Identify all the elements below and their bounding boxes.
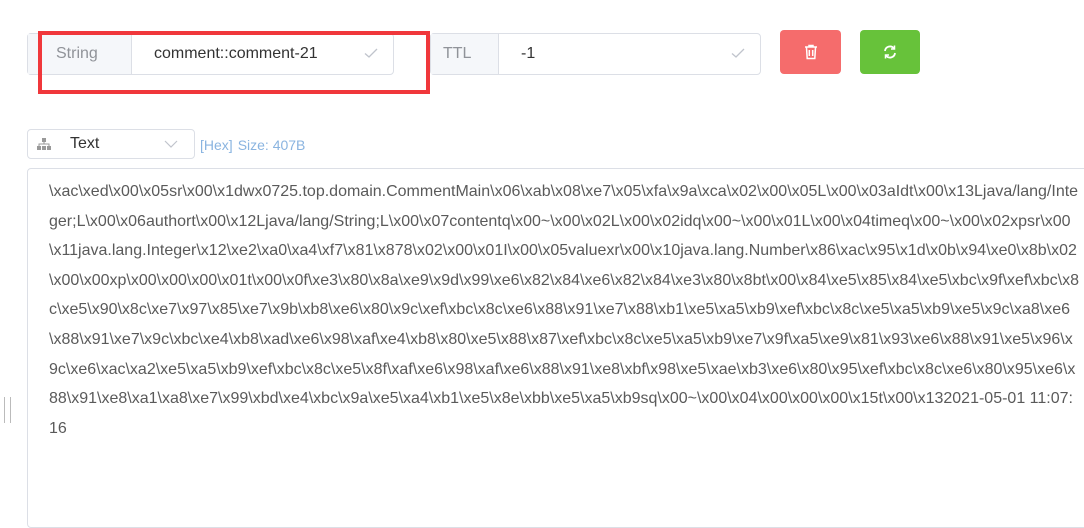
value-meta: [Hex] Size: 407B <box>200 137 310 153</box>
value-size: Size: 407B <box>237 137 306 153</box>
value-content: \xac\xed\x00\x05sr\x00\x1dwx0725.top.dom… <box>49 183 1079 437</box>
format-select[interactable]: Text <box>27 129 195 159</box>
trash-icon <box>804 44 817 60</box>
ttl-label: TTL <box>431 34 499 74</box>
format-select-value: Text <box>70 135 100 152</box>
highlight-box <box>38 31 430 94</box>
delete-key-button[interactable] <box>780 30 841 74</box>
ttl-input-group: TTL -1 <box>430 33 761 75</box>
ttl-input[interactable]: -1 <box>499 34 760 74</box>
sitemap-icon <box>37 138 51 150</box>
ttl-value: -1 <box>521 45 536 62</box>
refresh-button[interactable] <box>860 30 920 74</box>
refresh-icon <box>884 45 896 59</box>
hex-toggle[interactable]: [Hex] <box>200 137 233 153</box>
check-icon[interactable] <box>730 45 746 61</box>
chevron-down-icon <box>164 140 178 148</box>
value-textarea[interactable]: \xac\xed\x00\x05sr\x00\x1dwx0725.top.dom… <box>27 168 1084 528</box>
resize-handle[interactable] <box>4 397 11 423</box>
